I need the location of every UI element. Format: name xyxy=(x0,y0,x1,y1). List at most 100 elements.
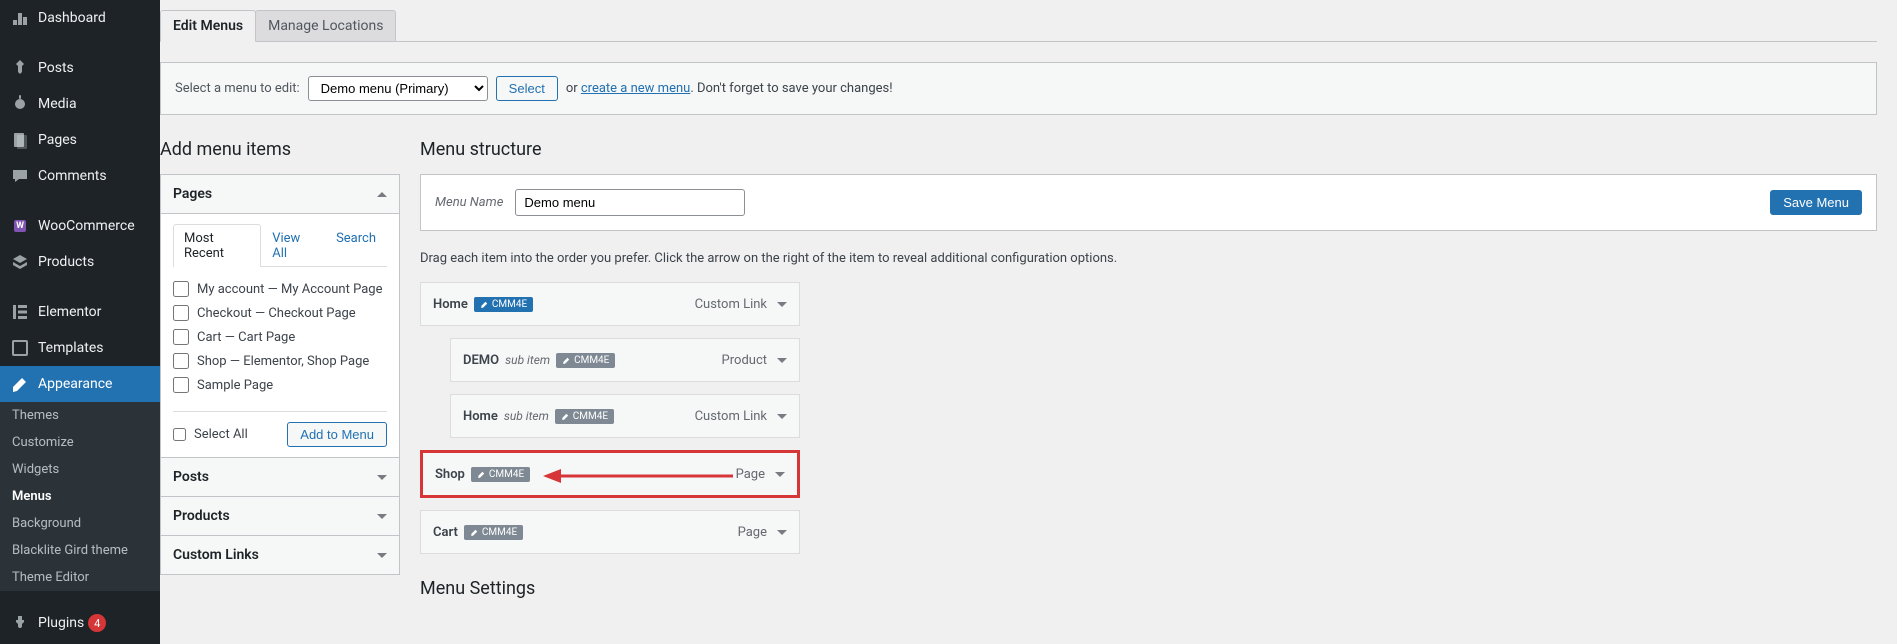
sidebar-item-products[interactable]: Products xyxy=(0,244,160,280)
inner-tab-recent[interactable]: Most Recent xyxy=(173,224,261,267)
sub-blacklite[interactable]: Blacklite Gird theme xyxy=(0,537,160,564)
menu-item-title: DEMO xyxy=(463,353,499,368)
accordion-products[interactable]: Products xyxy=(161,497,399,536)
accordion-posts[interactable]: Posts xyxy=(161,458,399,497)
inner-tab-viewall[interactable]: View All xyxy=(261,224,325,267)
checkbox-checkout[interactable] xyxy=(173,305,189,321)
sidebar-item-templates[interactable]: Templates xyxy=(0,330,160,366)
tabs: Edit Menus Manage Locations xyxy=(160,10,1877,42)
add-to-menu-button[interactable]: Add to Menu xyxy=(287,422,387,447)
sidebar-label: Templates xyxy=(38,340,104,356)
cmm4e-badge[interactable]: CMM4E xyxy=(556,353,615,368)
add-menu-items-title: Add menu items xyxy=(160,139,400,160)
sidebar-label: Comments xyxy=(38,168,107,184)
save-menu-button[interactable]: Save Menu xyxy=(1770,190,1862,215)
checkbox-cart[interactable] xyxy=(173,329,189,345)
menu-name-input[interactable] xyxy=(515,189,745,216)
chevron-down-icon xyxy=(377,475,387,480)
pages-accordion-body: Most Recent View All Search My account —… xyxy=(161,214,399,458)
checkbox-myaccount[interactable] xyxy=(173,281,189,297)
cmm4e-badge[interactable]: CMM4E xyxy=(555,409,614,424)
menu-item-title: Home xyxy=(433,297,468,312)
select-menu-label: Select a menu to edit: xyxy=(175,81,300,96)
sub-item-label: sub item xyxy=(504,409,549,423)
menu-item-type: Custom Link xyxy=(695,297,767,312)
chevron-down-icon[interactable] xyxy=(777,302,787,307)
cmm4e-badge[interactable]: CMM4E xyxy=(474,297,533,312)
pin-icon xyxy=(10,58,30,78)
menu-item-home-sub[interactable]: Home sub item CMM4E Custom Link xyxy=(450,394,800,438)
sidebar-label: Dashboard xyxy=(38,10,106,26)
cmm4e-badge[interactable]: CMM4E xyxy=(471,467,530,482)
tab-manage-locations[interactable]: Manage Locations xyxy=(255,10,396,41)
inner-tab-search[interactable]: Search xyxy=(325,224,387,267)
menu-item-shop[interactable]: Shop CMM4E Page xyxy=(420,450,800,498)
sidebar-item-woocommerce[interactable]: W WooCommerce xyxy=(0,208,160,244)
sidebar-item-comments[interactable]: Comments xyxy=(0,158,160,194)
templates-icon xyxy=(10,338,30,358)
sub-menus[interactable]: Menus xyxy=(0,483,160,510)
woocommerce-icon: W xyxy=(10,216,30,236)
menu-name-row: Menu Name Save Menu xyxy=(420,174,1877,231)
menu-item-demo[interactable]: DEMO sub item CMM4E Product xyxy=(450,338,800,382)
accordion-custom-links[interactable]: Custom Links xyxy=(161,536,399,574)
sidebar-item-media[interactable]: Media xyxy=(0,86,160,122)
annotation-arrow-icon xyxy=(543,467,733,485)
chevron-down-icon[interactable] xyxy=(777,414,787,419)
sub-themes[interactable]: Themes xyxy=(0,402,160,429)
accordion-pages[interactable]: Pages xyxy=(161,175,399,214)
dashboard-icon xyxy=(10,8,30,28)
checkbox-sample[interactable] xyxy=(173,377,189,393)
sidebar-item-pages[interactable]: Pages xyxy=(0,122,160,158)
checkbox-shop[interactable] xyxy=(173,353,189,369)
chevron-down-icon[interactable] xyxy=(775,472,785,477)
chevron-down-icon[interactable] xyxy=(777,530,787,535)
main-content: Edit Menus Manage Locations Select a men… xyxy=(160,0,1897,644)
menu-item-home[interactable]: Home CMM4E Custom Link xyxy=(420,282,800,326)
sidebar-label: Appearance xyxy=(38,376,112,392)
menu-item-title: Shop xyxy=(435,467,465,482)
select-button[interactable]: Select xyxy=(496,76,558,101)
tab-edit-menus[interactable]: Edit Menus xyxy=(160,10,256,42)
select-all-label: Select All xyxy=(173,427,248,442)
cmm4e-badge[interactable]: CMM4E xyxy=(464,525,523,540)
appearance-icon xyxy=(10,374,30,394)
menu-item-cart[interactable]: Cart CMM4E Page xyxy=(420,510,800,554)
sub-widgets[interactable]: Widgets xyxy=(0,456,160,483)
pages-check-list: My account — My Account Page Checkout — … xyxy=(173,277,387,397)
sidebar-item-elementor[interactable]: Elementor xyxy=(0,294,160,330)
comments-icon xyxy=(10,166,30,186)
admin-sidebar: Dashboard Posts Media Pages Comments W W… xyxy=(0,0,160,644)
menu-dropdown[interactable]: Demo menu (Primary) xyxy=(308,76,488,101)
sub-customize[interactable]: Customize xyxy=(0,429,160,456)
sidebar-item-appearance[interactable]: Appearance xyxy=(0,366,160,402)
sub-item-label: sub item xyxy=(505,353,550,367)
sidebar-item-posts[interactable]: Posts xyxy=(0,50,160,86)
sidebar-label: Pages xyxy=(38,132,77,148)
create-new-menu-link[interactable]: create a new menu xyxy=(581,81,690,96)
instructions-text: Drag each item into the order you prefer… xyxy=(420,251,1877,266)
sub-theme-editor[interactable]: Theme Editor xyxy=(0,564,160,591)
menu-name-label: Menu Name xyxy=(435,195,503,210)
sidebar-item-dashboard[interactable]: Dashboard xyxy=(0,0,160,36)
plugins-count-badge: 4 xyxy=(88,614,106,632)
sidebar-label: Products xyxy=(38,254,94,270)
sub-background[interactable]: Background xyxy=(0,510,160,537)
page-item-label: My account — My Account Page xyxy=(197,282,382,297)
chevron-down-icon xyxy=(377,514,387,519)
elementor-icon xyxy=(10,302,30,322)
sidebar-item-plugins[interactable]: Plugins 4 xyxy=(0,605,160,641)
select-or-text: or create a new menu. Don't forget to sa… xyxy=(566,81,893,96)
page-item-label: Shop — Elementor, Shop Page xyxy=(197,354,369,369)
products-icon xyxy=(10,252,30,272)
plugins-icon xyxy=(10,613,30,633)
sidebar-label: Media xyxy=(38,96,77,112)
chevron-down-icon[interactable] xyxy=(777,358,787,363)
select-all-checkbox[interactable] xyxy=(173,428,186,441)
menu-item-type: Product xyxy=(722,353,767,368)
menu-item-type: Custom Link xyxy=(695,409,767,424)
menu-item-title: Home xyxy=(463,409,498,424)
sidebar-label: Plugins xyxy=(38,615,84,631)
pages-icon xyxy=(10,130,30,150)
sidebar-label: Elementor xyxy=(38,304,101,320)
